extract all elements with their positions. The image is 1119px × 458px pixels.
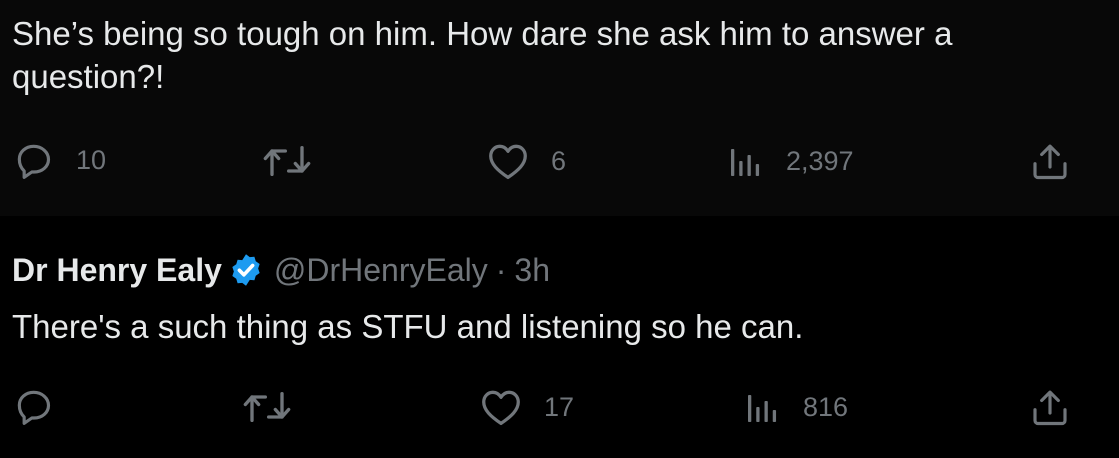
share-icon [1030, 388, 1070, 428]
retweet-button[interactable] [242, 388, 314, 426]
share-button[interactable] [1030, 142, 1070, 182]
analytics-icon [745, 389, 781, 425]
heart-icon [480, 388, 522, 426]
tweet-text: She’s being so tough on him. How dare sh… [12, 15, 953, 95]
reply-button[interactable]: 10 [14, 140, 106, 180]
author-handle[interactable]: @DrHenryEaly [274, 252, 488, 289]
timestamp[interactable]: 3h [514, 252, 550, 289]
retweet-icon [242, 388, 292, 426]
share-button[interactable] [1030, 388, 1070, 428]
tweet-text: There's a such thing as STFU and listeni… [12, 308, 804, 345]
author-display-name[interactable]: Dr Henry Ealy [12, 252, 222, 289]
like-count: 17 [544, 391, 575, 422]
like-button[interactable]: 17 [480, 388, 574, 426]
reply-count: 10 [76, 144, 107, 175]
retweet-button[interactable] [262, 142, 334, 180]
views-button[interactable]: 816 [745, 389, 848, 425]
reply-button[interactable] [14, 386, 76, 426]
heart-icon [487, 142, 529, 180]
tweet-header: Dr Henry Ealy @DrHenryEaly · 3h [12, 250, 550, 290]
reply-icon [14, 140, 54, 180]
tweet-reply[interactable]: Dr Henry Ealy @DrHenryEaly · 3h There's … [0, 216, 1119, 458]
views-button[interactable]: 2,397 [728, 143, 854, 179]
view-count: 816 [803, 391, 849, 422]
retweet-icon [262, 142, 312, 180]
view-count: 2,397 [786, 145, 854, 176]
verified-badge-icon[interactable] [228, 252, 264, 288]
analytics-icon [728, 143, 764, 179]
header-separator: · [495, 251, 507, 288]
like-button[interactable]: 6 [487, 142, 566, 180]
reply-icon [14, 386, 54, 426]
share-icon [1030, 142, 1070, 182]
like-count: 6 [551, 145, 567, 176]
tweet-top[interactable]: She’s being so tough on him. How dare sh… [0, 0, 1119, 216]
